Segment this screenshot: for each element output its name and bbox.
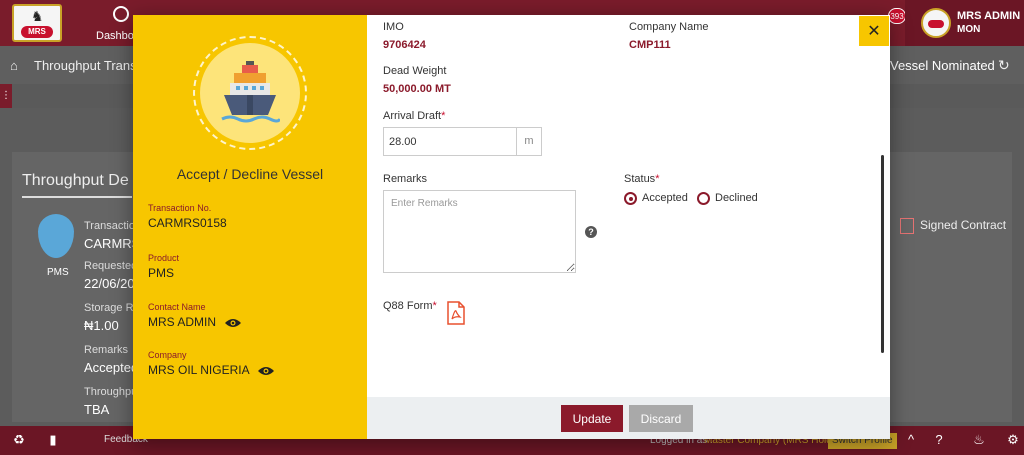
dead-weight-label: Dead Weight [383, 65, 447, 77]
pdf-file-icon[interactable] [446, 301, 466, 325]
company-name-label: Company Name [629, 21, 709, 33]
status-option-label: Declined [715, 192, 758, 204]
modal-scrollbar[interactable] [881, 155, 884, 353]
arrival-draft-unit: m [517, 127, 542, 156]
contact-name-value: MRS ADMIN [148, 315, 217, 329]
company-name-value: CMP111 [629, 39, 671, 51]
accept-decline-vessel-modal: Accept / Decline Vessel Transaction No. … [133, 15, 890, 439]
modal-footer: Update Discard [367, 397, 890, 439]
eye-icon[interactable] [258, 366, 275, 376]
radio-selected-icon [624, 192, 637, 205]
close-icon[interactable]: ✕ [859, 16, 889, 46]
arrival-draft-input[interactable] [383, 127, 517, 156]
remarks-label: Remarks [383, 173, 428, 185]
dead-weight-value: 50,000.00 MT [383, 83, 451, 95]
company-value: MRS OIL NIGERIA [148, 363, 249, 377]
ship-badge [200, 43, 300, 143]
transaction-no-label: Transaction No. [148, 203, 212, 213]
company-label: Company [148, 350, 187, 360]
product-value: PMS [148, 266, 175, 280]
product-label: Product [148, 253, 180, 263]
imo-label: IMO [383, 21, 404, 33]
q88-form-label: Q88 Form* [383, 300, 437, 312]
modal-title: Accept / Decline Vessel [176, 166, 324, 182]
help-icon[interactable]: ? [585, 226, 597, 238]
contact-name-label: Contact Name [148, 302, 206, 312]
update-button[interactable]: Update [561, 405, 623, 432]
modal-form-panel: IMO 9706424 Company Name CMP111 Dead Wei… [367, 15, 890, 439]
eye-icon[interactable] [225, 318, 242, 328]
imo-value: 9706424 [383, 39, 426, 51]
contact-name-row: MRS ADMIN [148, 315, 242, 329]
status-label: Status* [624, 173, 660, 185]
modal-summary-panel: Accept / Decline Vessel Transaction No. … [133, 15, 367, 439]
discard-button[interactable]: Discard [629, 405, 693, 432]
arrival-draft-label: Arrival Draft* [383, 110, 446, 122]
radio-unselected-icon [697, 192, 710, 205]
status-option-label: Accepted [642, 192, 688, 204]
company-row: MRS OIL NIGERIA [148, 363, 275, 377]
transaction-no-value: CARMRS0158 [148, 216, 227, 230]
ship-icon [221, 61, 280, 123]
remarks-textarea[interactable] [383, 190, 576, 273]
